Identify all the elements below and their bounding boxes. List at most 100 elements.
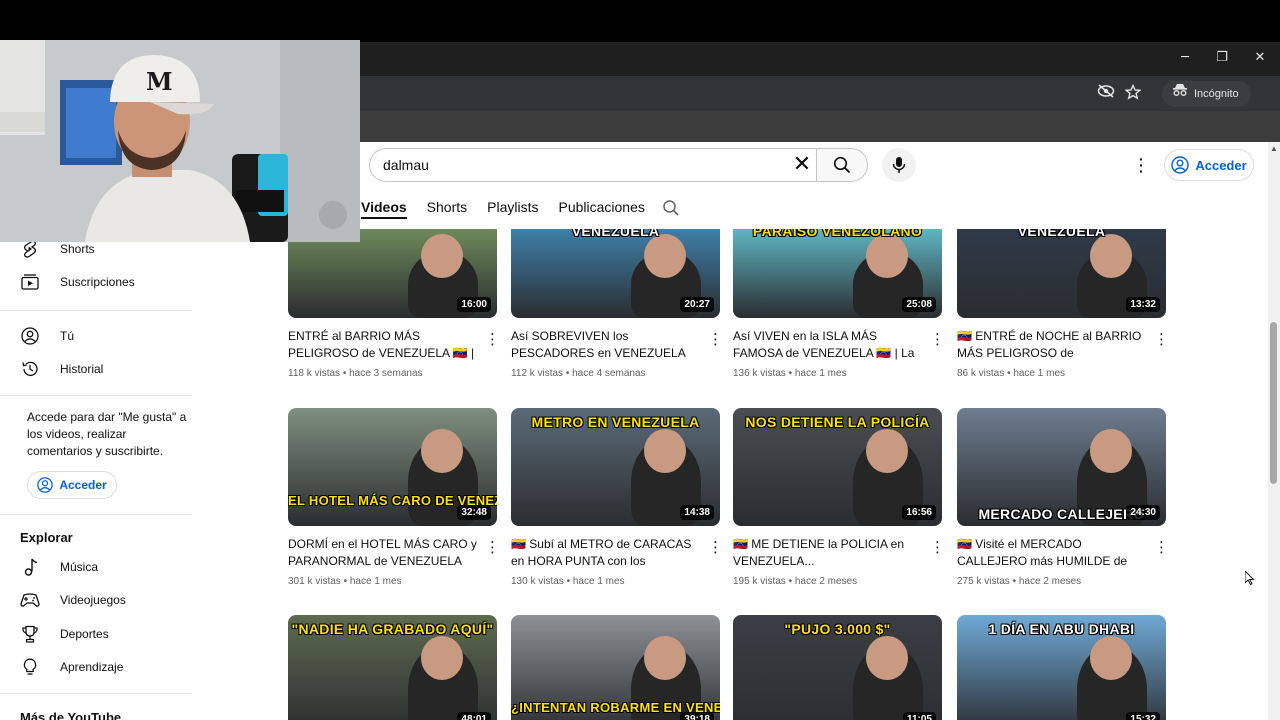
video-thumbnail[interactable]: PARAISO VENEZOLANO 25:08	[733, 229, 942, 318]
video-thumbnail[interactable]: MERCADO CALLEJERO 24:30	[957, 408, 1166, 526]
webcam-overlay: M	[0, 40, 360, 242]
sidebar-item-label: Deportes	[60, 627, 109, 641]
video-menu-icon[interactable]: ⋮	[1154, 330, 1169, 348]
page-scrollbar[interactable]: ▲	[1268, 142, 1280, 720]
video-title[interactable]: 🇻🇪 ME DETIENE la POLICIA en VENEZUELA...	[733, 536, 923, 570]
gaming-icon	[20, 591, 40, 609]
video-menu-icon[interactable]: ⋮	[930, 538, 945, 556]
meta-separator: •	[785, 368, 795, 379]
meta-separator: •	[785, 576, 795, 587]
sidebar-item-history[interactable]: Historial	[20, 358, 103, 380]
video-title[interactable]: DORMÍ en el HOTEL MÁS CARO y PARANORMAL …	[288, 536, 478, 570]
sidebar-signin-note: Accede para dar "Me gusta" a los videos,…	[27, 410, 187, 458]
thumbnail-overlay-text: "PUJO 3.000 $"	[784, 621, 891, 637]
meta-separator: •	[340, 368, 350, 379]
video-views: 195 k vistas	[733, 576, 786, 587]
channel-search-icon[interactable]	[662, 199, 680, 217]
minimize-icon[interactable]: ─	[1170, 47, 1200, 69]
video-duration: 15:32	[1126, 712, 1160, 720]
search-input[interactable]: dalmau	[369, 148, 816, 182]
account-icon	[37, 477, 54, 493]
eye-off-icon[interactable]	[1095, 84, 1117, 104]
video-menu-icon[interactable]: ⋮	[708, 538, 723, 556]
video-meta: 275 k vistas • hace 2 meses	[957, 576, 1081, 587]
tab-posts[interactable]: Publicaciones	[558, 199, 644, 219]
svg-text:M: M	[146, 67, 173, 96]
sidebar-item-sports[interactable]: Deportes	[20, 623, 109, 645]
more-icon[interactable]: ⋮	[1132, 154, 1150, 178]
sidebar-divider	[0, 693, 192, 694]
video-thumbnail[interactable]: VENEZUELA 13:32	[957, 229, 1166, 318]
video-duration: 39:18	[680, 712, 714, 720]
star-icon[interactable]	[1122, 83, 1144, 104]
meta-separator: •	[563, 576, 573, 587]
video-menu-icon[interactable]: ⋮	[708, 330, 723, 348]
video-views: 112 k vistas	[511, 368, 564, 379]
scroll-up-icon[interactable]: ▲	[1270, 144, 1278, 153]
video-views: 118 k vistas	[288, 368, 341, 379]
sign-in-label: Acceder	[59, 478, 107, 492]
video-duration: 16:56	[902, 505, 936, 520]
video-duration: 11:05	[902, 712, 936, 720]
video-thumbnail[interactable]: 16:00	[288, 229, 497, 318]
video-title[interactable]: 🇻🇪 Visité el MERCADO CALLEJERO más HUMIL…	[957, 536, 1147, 570]
scrollbar-thumb[interactable]	[1270, 322, 1277, 484]
video-meta: 112 k vistas • hace 4 semanas	[511, 368, 646, 379]
video-age: hace 1 mes	[794, 368, 847, 379]
video-title[interactable]: 🇻🇪 ENTRÉ de NOCHE al BARRIO MÁS PELIGROS…	[957, 328, 1147, 362]
video-meta: 195 k vistas • hace 2 meses	[733, 576, 857, 587]
video-thumbnail[interactable]: EL HOTEL MÁS CARO DE VENEZUELA32:48	[288, 408, 497, 526]
thumbnail-overlay-text: VENEZUELA	[571, 229, 660, 239]
video-age: hace 2 meses	[794, 576, 858, 587]
video-menu-icon[interactable]: ⋮	[1154, 538, 1169, 556]
sidebar-item-gaming[interactable]: Videojuegos	[20, 589, 126, 611]
thumbnail-overlay-text: VENEZUELA	[1017, 229, 1106, 239]
sidebar-item-label: Suscripciones	[60, 275, 135, 289]
thumbnail-face	[1090, 233, 1132, 278]
video-thumbnail[interactable]: 1 DÍA EN ABU DHABI 15:32	[957, 615, 1166, 720]
search-button[interactable]	[816, 148, 868, 182]
sidebar-item-label: Aprendizaje	[60, 660, 124, 674]
explore-heading: Explorar	[20, 530, 73, 545]
sidebar-item-subscriptions[interactable]: Suscripciones	[20, 271, 135, 293]
video-thumbnail[interactable]: "NADIE HA GRABADO AQUÍ" 48:01	[288, 615, 497, 720]
video-menu-icon[interactable]: ⋮	[485, 538, 500, 556]
voice-search-button[interactable]	[882, 148, 916, 182]
sidebar-item-learning[interactable]: Aprendizaje	[20, 656, 123, 678]
video-thumbnail[interactable]: ¿INTENTAN ROBARME EN VENEZUELA39:18	[511, 615, 720, 720]
video-views: 301 k vistas	[288, 576, 341, 587]
video-menu-icon[interactable]: ⋮	[485, 330, 500, 348]
mic-icon	[892, 157, 906, 173]
shorts-icon	[20, 240, 40, 258]
video-thumbnail[interactable]: "PUJO 3.000 $" 11:05	[733, 615, 942, 720]
sidebar-item-label: Tú	[60, 329, 75, 343]
sidebar-sign-in-button[interactable]: Acceder	[27, 471, 117, 499]
video-duration: 16:00	[457, 297, 491, 312]
video-thumbnail[interactable]: NOS DETIENE LA POLICÍA 16:56	[733, 408, 942, 526]
tab-videos[interactable]: Videos	[361, 199, 407, 219]
incognito-chip[interactable]: Incógnito	[1162, 81, 1251, 107]
sidebar-divider	[0, 514, 192, 515]
video-title[interactable]: ENTRÉ al BARRIO MÁS PELIGROSO de VENEZUE…	[288, 328, 478, 362]
sidebar-item-music[interactable]: Música	[20, 556, 98, 578]
thumbnail-face	[421, 233, 463, 278]
video-thumbnail[interactable]: METRO EN VENEZUELA 14:38	[511, 408, 720, 526]
maximize-icon[interactable]: ❐	[1207, 47, 1237, 69]
video-title[interactable]: 🇻🇪 Subí al METRO de CARACAS en HORA PUNT…	[511, 536, 701, 570]
video-thumbnail[interactable]: VENEZUELA 20:27	[511, 229, 720, 318]
history-icon	[20, 360, 40, 378]
thumbnail-face	[644, 233, 686, 278]
video-title[interactable]: Así VIVEN en la ISLA MÁS FAMOSA de VENEZ…	[733, 328, 923, 362]
channel-tabs: Videos Shorts Playlists Publicaciones	[361, 199, 645, 219]
tab-playlists[interactable]: Playlists	[487, 199, 538, 219]
tab-shorts[interactable]: Shorts	[427, 199, 467, 219]
video-views: 136 k vistas	[733, 368, 786, 379]
clear-icon[interactable]: ✕	[790, 152, 814, 178]
video-title[interactable]: Así SOBREVIVEN los PESCADORES en VENEZUE…	[511, 328, 701, 362]
sign-in-button[interactable]: Acceder	[1164, 149, 1254, 181]
sidebar-item-you[interactable]: Tú	[20, 325, 74, 347]
video-menu-icon[interactable]: ⋮	[930, 330, 945, 348]
close-window-icon[interactable]: ✕	[1245, 47, 1275, 69]
video-duration: 13:32	[1126, 297, 1160, 312]
sidebar-item-label: Música	[60, 560, 99, 574]
